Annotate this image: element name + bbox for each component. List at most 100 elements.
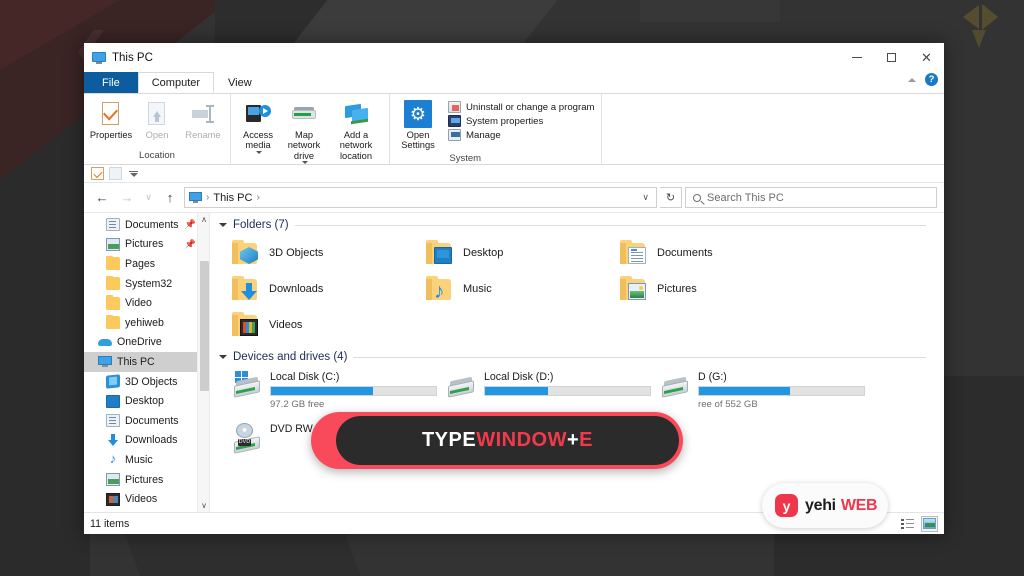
folders-group-header[interactable]: Folders (7) xyxy=(210,219,944,231)
pin-icon[interactable]: 📌 xyxy=(185,239,196,250)
tab-file[interactable]: File xyxy=(84,72,138,93)
scrollbar-thumb[interactable] xyxy=(199,261,209,391)
nav-item-downloads[interactable]: Downloads xyxy=(84,431,209,451)
folders-grid: 3D Objects Desktop Documents Downloads ♪… xyxy=(210,235,944,343)
nav-item-documents[interactable]: Documents xyxy=(84,411,209,431)
navigation-scrollbar[interactable]: ∧ ∨ xyxy=(197,213,209,512)
tab-computer[interactable]: Computer xyxy=(137,72,215,93)
open-settings-button[interactable]: ⚙ Open Settings xyxy=(396,98,440,153)
uninstall-label: Uninstall or change a program xyxy=(466,101,595,113)
help-icon[interactable]: ? xyxy=(925,73,938,86)
nav-item-pages[interactable]: Pages xyxy=(84,254,209,274)
windows-drive-icon xyxy=(232,371,262,403)
nav-item-music[interactable]: ♪ Music xyxy=(84,450,209,470)
breadcrumb[interactable]: › This PC › ∨ xyxy=(184,187,657,208)
document-icon xyxy=(106,218,120,232)
folder-label: Desktop xyxy=(463,247,504,259)
recent-locations-button[interactable]: ∨ xyxy=(141,187,156,209)
folder-downloads-icon xyxy=(232,276,260,302)
nav-item-this-pc[interactable]: This PC xyxy=(84,352,209,372)
folder-label: Videos xyxy=(269,319,303,331)
ribbon-group-location: Properties Open Rename Location xyxy=(84,94,231,164)
forward-button[interactable]: → xyxy=(116,187,138,209)
videos-icon xyxy=(106,492,120,506)
nav-item-desktop[interactable]: Desktop xyxy=(84,391,209,411)
collapse-ribbon-icon[interactable] xyxy=(908,77,916,82)
nav-label: Pages xyxy=(125,257,156,270)
devices-group-header[interactable]: Devices and drives (4) xyxy=(210,351,944,363)
uninstall-program-item[interactable]: Uninstall or change a program xyxy=(446,100,595,114)
add-network-location-button[interactable]: Add a network location xyxy=(327,98,385,163)
nav-item-video[interactable]: Video xyxy=(84,293,209,313)
nav-item-yehiweb[interactable]: yehiweb xyxy=(84,313,209,333)
nav-label: Downloads xyxy=(125,434,178,447)
access-media-button[interactable]: Access media xyxy=(235,98,281,156)
nav-item-local-disk-c[interactable]: Local Disk (C:) xyxy=(84,509,209,512)
manage-item[interactable]: Manage xyxy=(446,128,595,142)
banner-text-window: WINDOW xyxy=(476,429,567,451)
breadcrumb-item-this-pc[interactable]: This PC xyxy=(213,192,252,204)
drive-item-d-g[interactable]: D (G:) ree of 552 GB xyxy=(650,367,865,419)
add-network-location-label: Add a network location xyxy=(339,130,373,161)
folder-item-3d-objects[interactable]: 3D Objects xyxy=(222,235,416,271)
search-placeholder: Search This PC xyxy=(707,191,784,204)
navigation-pane: Documents 📌 Pictures 📌 Pages System32 Vi… xyxy=(84,213,210,512)
nav-label: This PC xyxy=(117,355,155,368)
large-icons-view-icon xyxy=(923,518,936,529)
settings-gear-icon: ⚙ xyxy=(404,100,432,128)
drive-name: Local Disk (C:) xyxy=(270,371,340,383)
pictures-icon xyxy=(106,473,120,487)
map-network-drive-label: Map network drive xyxy=(287,130,321,161)
ribbon-group-system-items: ⚙ Open Settings Uninstall or change a pr… xyxy=(396,94,595,153)
folder-item-music[interactable]: ♪ Music xyxy=(416,271,610,307)
chevron-down-icon[interactable] xyxy=(219,355,227,359)
rename-button[interactable]: Rename xyxy=(180,98,226,142)
folder-videos-icon xyxy=(232,312,260,338)
nav-item-documents-quick[interactable]: Documents 📌 xyxy=(84,215,209,235)
minimize-button[interactable] xyxy=(839,43,874,72)
search-input[interactable]: Search This PC xyxy=(685,187,937,208)
folder-item-documents[interactable]: Documents xyxy=(610,235,804,271)
open-button[interactable]: Open xyxy=(134,98,180,142)
maximize-button[interactable] xyxy=(874,43,909,72)
map-network-drive-button[interactable]: Map network drive xyxy=(281,98,327,166)
pin-icon[interactable]: 📌 xyxy=(185,219,196,230)
system-properties-item[interactable]: System properties xyxy=(446,114,595,128)
properties-small-icon[interactable] xyxy=(91,167,104,180)
folder-item-pictures[interactable]: Pictures xyxy=(610,271,804,307)
onedrive-cloud-icon xyxy=(98,336,112,349)
nav-item-pictures[interactable]: Pictures xyxy=(84,470,209,490)
banner-text-type: TYPE xyxy=(421,429,477,451)
nav-item-pictures-quick[interactable]: Pictures 📌 xyxy=(84,235,209,255)
drive-free-space: 97.2 GB free xyxy=(270,399,325,410)
close-button[interactable]: ✕ xyxy=(909,43,944,72)
refresh-button[interactable]: ↻ xyxy=(660,187,682,208)
group-divider xyxy=(353,356,926,358)
nav-item-3d-objects[interactable]: 3D Objects xyxy=(84,372,209,392)
customize-qat-icon[interactable] xyxy=(127,167,140,180)
chevron-down-icon[interactable] xyxy=(219,223,227,227)
nav-item-onedrive[interactable]: OneDrive xyxy=(84,333,209,353)
window-title: This PC xyxy=(112,51,153,64)
scroll-up-icon[interactable]: ∧ xyxy=(198,213,209,226)
new-folder-small-icon[interactable] xyxy=(109,167,122,180)
large-icons-view-button[interactable] xyxy=(921,515,938,532)
folder-label: Documents xyxy=(657,247,713,259)
folder-item-desktop[interactable]: Desktop xyxy=(416,235,610,271)
address-dropdown-icon[interactable]: ∨ xyxy=(642,192,652,203)
folder-item-videos[interactable]: Videos xyxy=(222,307,416,343)
up-button[interactable]: ↑ xyxy=(159,187,181,209)
folder-icon xyxy=(106,295,120,310)
nav-item-system32[interactable]: System32 xyxy=(84,274,209,294)
details-view-button[interactable] xyxy=(899,516,916,532)
scroll-down-icon[interactable]: ∨ xyxy=(198,499,209,512)
drive-capacity-bar xyxy=(270,386,437,396)
nav-item-videos[interactable]: Videos xyxy=(84,489,209,509)
back-button[interactable]: ← xyxy=(91,187,113,209)
this-pc-icon xyxy=(92,51,106,64)
tab-view[interactable]: View xyxy=(214,72,266,93)
drive-capacity-bar xyxy=(484,386,651,396)
properties-button[interactable]: Properties xyxy=(88,98,134,142)
folder-item-downloads[interactable]: Downloads xyxy=(222,271,416,307)
drive-name: D (G:) xyxy=(698,371,727,383)
